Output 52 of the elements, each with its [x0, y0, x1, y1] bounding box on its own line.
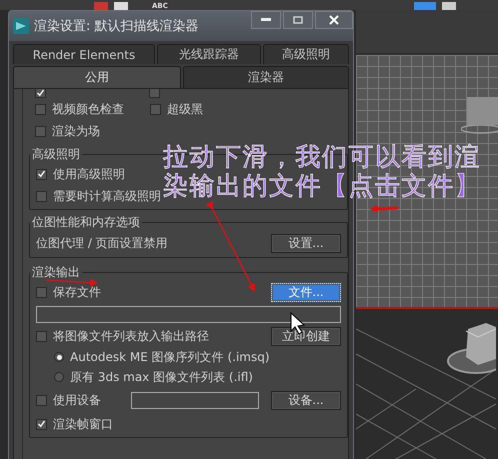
- devices-button[interactable]: 设备...: [271, 390, 341, 410]
- tab[interactable]: Render Elements: [13, 44, 155, 64]
- radio-button[interactable]: [54, 372, 64, 382]
- arrow: [370, 204, 398, 213]
- checkbox[interactable]: [36, 394, 47, 406]
- group-title: 渲染输出: [31, 264, 81, 281]
- checkbox[interactable]: [36, 168, 47, 180]
- minimize-icon: [261, 18, 271, 22]
- checkbox-label: 保存文件: [53, 284, 101, 300]
- checkbox[interactable]: [35, 126, 46, 136]
- device-field[interactable]: [131, 392, 259, 408]
- toolbar-icon[interactable]: [442, 2, 456, 10]
- app-logo-icon: [13, 18, 29, 34]
- radio-button[interactable]: [54, 352, 64, 362]
- checkbox-label: 渲染为场: [52, 122, 100, 140]
- arrow: [46, 278, 98, 287]
- toolbar-icon[interactable]: [414, 2, 436, 10]
- checkbox[interactable]: [35, 104, 46, 114]
- status-text: 位图代理 / 页面设置禁用: [36, 234, 168, 252]
- tab[interactable]: 渲染器: [183, 66, 349, 88]
- annotation-text: 拉动下滑，我们可以看到渲 染输出的文件【点击文件】: [163, 142, 481, 200]
- window-title: 渲染设置: 默认扫描线渲染器: [34, 18, 199, 35]
- close-button[interactable]: [315, 11, 353, 29]
- group-title: 高级照明: [31, 146, 81, 163]
- setup-button[interactable]: 设置...: [271, 234, 341, 252]
- radio-label: 原有 3ds max 图像文件列表 (.ifl): [70, 368, 253, 386]
- tab[interactable]: 公用: [13, 66, 181, 88]
- checkbox-label: 使用高级照明: [53, 166, 125, 182]
- group-title: 位图性能和内存选项: [31, 214, 141, 231]
- checkbox[interactable]: [35, 89, 46, 98]
- checkbox[interactable]: [149, 89, 160, 98]
- checkbox[interactable]: [36, 286, 47, 298]
- checkbox-label: 渲染帧窗口: [53, 416, 113, 432]
- close-icon: [329, 15, 339, 25]
- output-path-field[interactable]: [36, 306, 341, 323]
- radio-label: Autodesk ME 图像序列文件 (.imsq): [70, 348, 270, 366]
- checkbox-label: 视频颜色检查: [52, 100, 124, 118]
- checkbox[interactable]: [150, 104, 161, 114]
- checkbox[interactable]: [36, 190, 47, 202]
- checkbox[interactable]: [36, 330, 47, 342]
- maximize-icon: [293, 16, 303, 24]
- checkbox[interactable]: [36, 418, 47, 430]
- view-cube-icon[interactable]: [461, 94, 498, 135]
- files-button[interactable]: 文件...: [271, 282, 341, 302]
- checkbox-label: 需要时计算高级照明: [53, 188, 161, 204]
- checkbox-label: 使用设备: [53, 392, 102, 408]
- checkbox-label: 超级黑: [167, 100, 203, 118]
- minimize-button[interactable]: [251, 11, 281, 29]
- tab[interactable]: 光线跟踪器: [157, 44, 261, 64]
- tab[interactable]: 高级照明: [263, 44, 349, 64]
- checkbox-label: 将图像文件列表放入输出路径: [53, 328, 209, 344]
- maximize-button[interactable]: [283, 11, 313, 29]
